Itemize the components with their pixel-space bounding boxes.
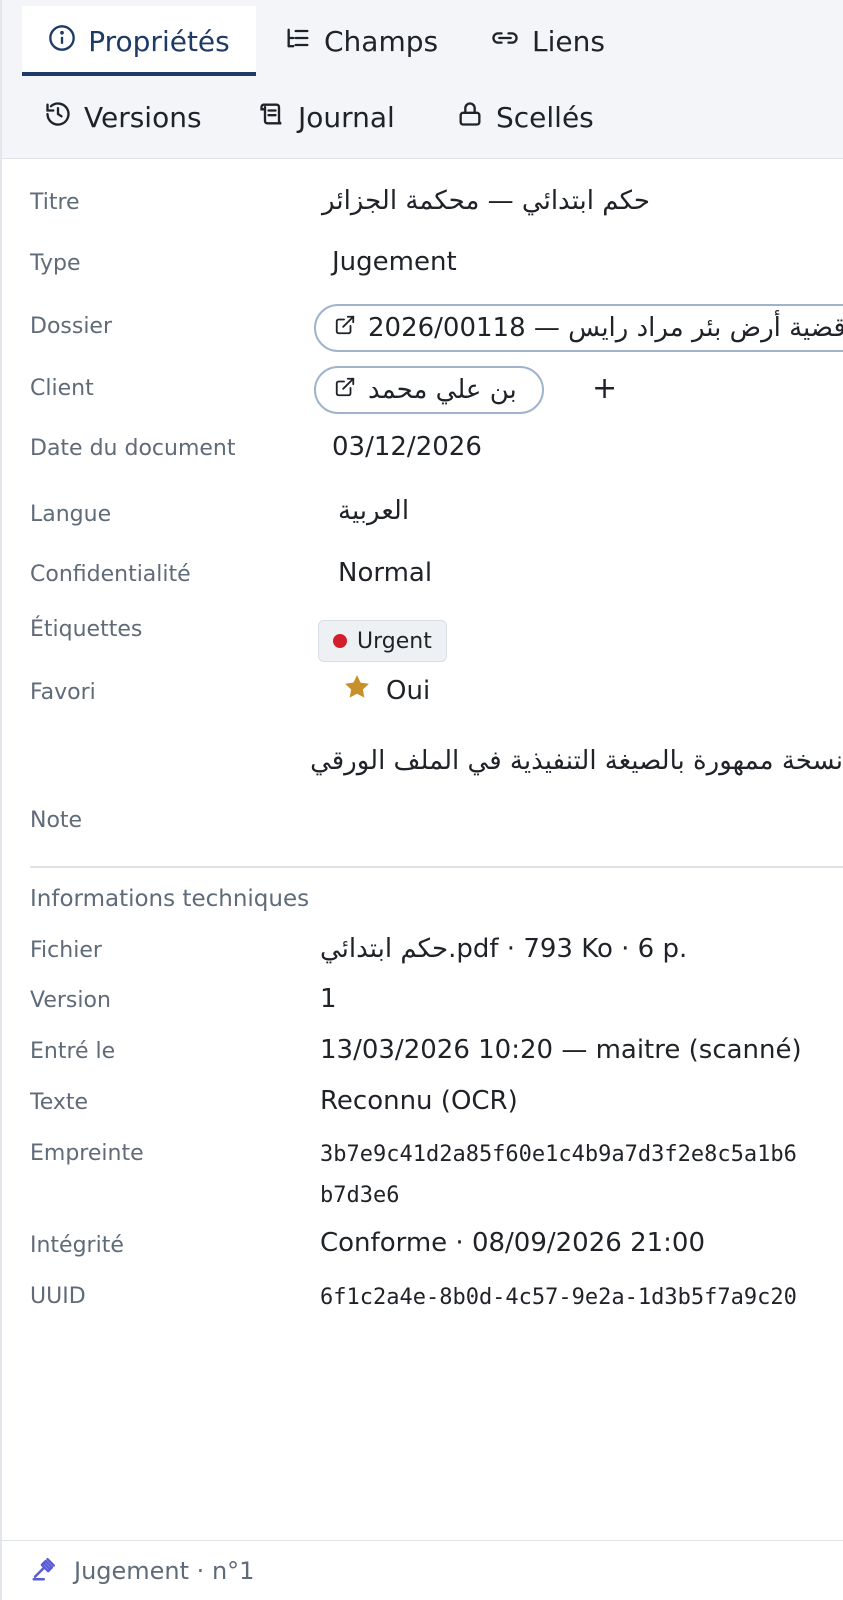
- date-value[interactable]: 03/12/2026: [332, 432, 482, 462]
- document-properties-panel: Propriétés Champs Liens Versions Journal: [0, 0, 843, 1600]
- favori-toggle[interactable]: Oui: [342, 672, 430, 709]
- section-divider: [30, 866, 843, 868]
- langue-value[interactable]: العربية: [338, 496, 409, 526]
- type-value[interactable]: Jugement: [332, 247, 457, 277]
- confidentialite-value[interactable]: Normal: [338, 558, 432, 588]
- entre-le-label: Entré le: [30, 1039, 116, 1064]
- note-value[interactable]: نسخة ممهورة بالصيغة التنفيذية في الملف ا…: [310, 746, 843, 776]
- technical-info-title: Informations techniques: [30, 886, 310, 912]
- entre-le-value: 13/03/2026 10:20 — maitre (scanné): [320, 1035, 802, 1065]
- empreinte-line-1: 3b7e9c41d2a85f60e1c4b9a7d3f2e8c5a1b6: [320, 1142, 797, 1167]
- tab-bar: Propriétés Champs Liens Versions Journal: [2, 0, 843, 159]
- uuid-label: UUID: [30, 1284, 86, 1309]
- tab-label: Propriétés: [88, 24, 230, 58]
- confidentialite-label: Confidentialité: [30, 562, 191, 587]
- history-icon: [44, 100, 72, 135]
- langue-label: Langue: [30, 502, 112, 527]
- dossier-value: 2026/00118 — قضية أرض بئر مراد رايس: [368, 313, 843, 343]
- dossier-link[interactable]: 2026/00118 — قضية أرض بئر مراد رايس: [314, 304, 843, 352]
- tag-urgent[interactable]: Urgent: [318, 620, 447, 662]
- dossier-label: Dossier: [30, 314, 113, 339]
- tag-label: Urgent: [357, 628, 432, 654]
- add-client-button[interactable]: +: [592, 371, 617, 406]
- field-list-icon: [284, 24, 312, 59]
- info-icon: [48, 24, 76, 59]
- tab-versions[interactable]: Versions: [44, 82, 202, 152]
- footer-text: Jugement · n°1: [74, 1556, 255, 1585]
- empreinte-line-2: b7d3e6: [320, 1183, 400, 1208]
- lock-icon: [456, 100, 484, 135]
- external-link-icon: [334, 375, 356, 405]
- type-label: Type: [30, 251, 81, 276]
- tab-label: Versions: [84, 100, 202, 134]
- favori-value: Oui: [386, 675, 431, 706]
- titre-label: Titre: [30, 190, 80, 215]
- integrite-value: Conforme · 08/09/2026 21:00: [320, 1228, 705, 1258]
- version-label: Version: [30, 988, 111, 1013]
- fichier-value: حكم ابتدائي.pdf · 793 Ko · 6 p.: [320, 934, 688, 964]
- titre-value[interactable]: حكم ابتدائي — محكمة الجزائر: [322, 186, 650, 216]
- etiquettes-label: Étiquettes: [30, 617, 143, 642]
- client-link[interactable]: بن علي محمد: [314, 366, 544, 414]
- tab-champs[interactable]: Champs: [284, 6, 438, 76]
- tab-label: Scellés: [496, 100, 594, 134]
- document-footer: Jugement · n°1: [2, 1540, 843, 1600]
- link-icon: [490, 24, 520, 59]
- tab-label: Champs: [324, 24, 439, 58]
- fichier-label: Fichier: [30, 938, 102, 963]
- empreinte-label: Empreinte: [30, 1141, 144, 1166]
- version-value: 1: [320, 984, 337, 1014]
- scroll-icon: [258, 100, 286, 135]
- tab-liens[interactable]: Liens: [490, 6, 605, 76]
- star-icon: [342, 672, 372, 709]
- tab-label: Journal: [298, 100, 395, 134]
- tag-color-dot: [333, 634, 347, 648]
- integrite-label: Intégrité: [30, 1233, 124, 1258]
- date-label: Date du document: [30, 436, 236, 461]
- client-value: بن علي محمد: [368, 375, 517, 405]
- texte-label: Texte: [30, 1090, 89, 1115]
- note-label: Note: [30, 808, 83, 833]
- favori-label: Favori: [30, 680, 96, 705]
- gavel-icon: [30, 1553, 60, 1589]
- tab-journal[interactable]: Journal: [258, 82, 395, 152]
- tab-scelles[interactable]: Scellés: [456, 82, 594, 152]
- uuid-value: 6f1c2a4e-8b0d-4c57-9e2a-1d3b5f7a9c20: [320, 1285, 797, 1310]
- tab-label: Liens: [532, 24, 605, 58]
- client-label: Client: [30, 376, 94, 401]
- external-link-icon: [334, 313, 356, 343]
- texte-value: Reconnu (OCR): [320, 1086, 518, 1116]
- tab-proprietes[interactable]: Propriétés: [22, 6, 256, 76]
